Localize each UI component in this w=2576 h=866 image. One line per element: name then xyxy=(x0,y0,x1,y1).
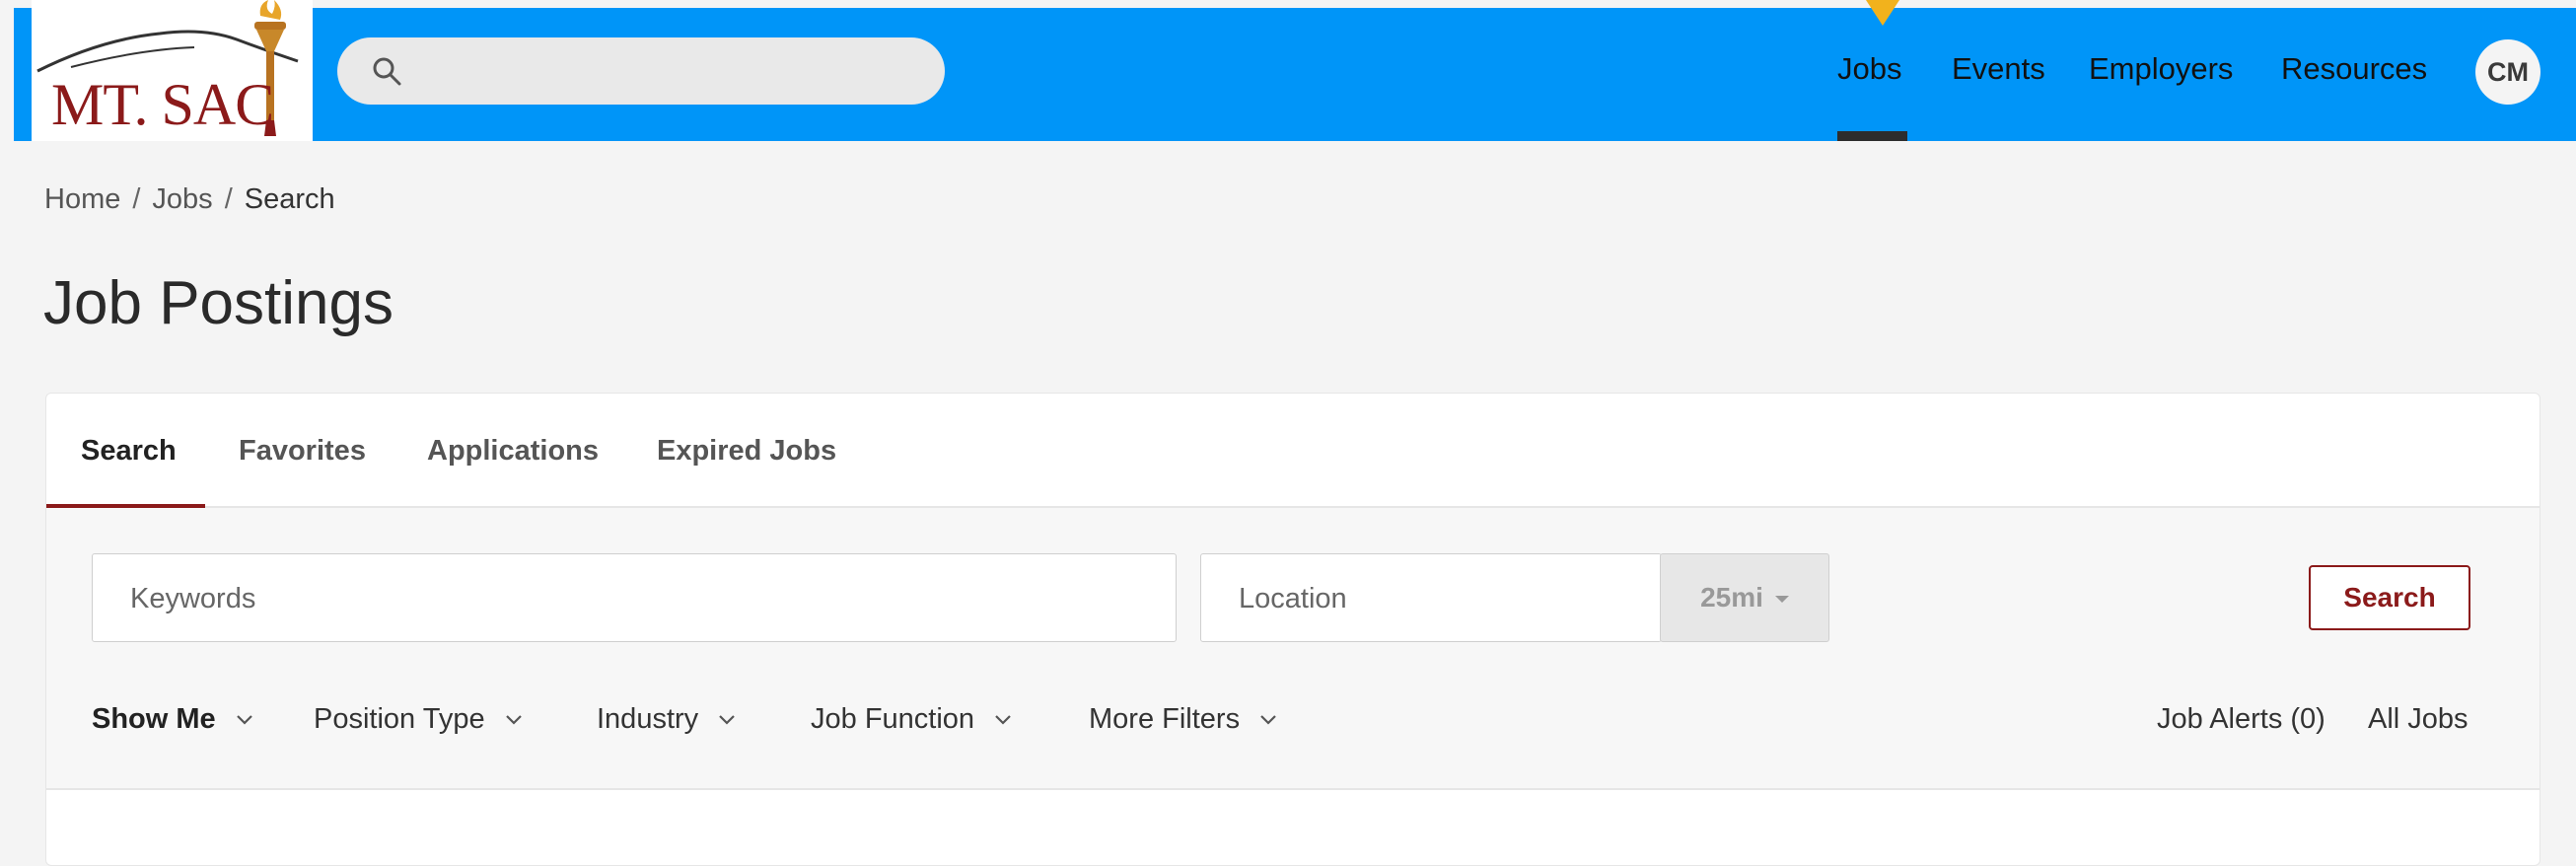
caret-down-icon xyxy=(1774,596,1789,604)
tab-favorites[interactable]: Favorites xyxy=(239,435,366,468)
page-left-margin xyxy=(0,0,14,141)
breadcrumb-separator: / xyxy=(224,183,233,215)
nav-employers[interactable]: Employers xyxy=(2089,51,2233,87)
active-nav-underline xyxy=(1837,131,1907,141)
filter-label: More Filters xyxy=(1089,703,1241,735)
chevron-down-icon xyxy=(719,715,736,725)
breadcrumb-separator: / xyxy=(132,183,141,215)
chevron-down-icon xyxy=(1260,715,1276,725)
job-alerts-link[interactable]: Job Alerts (0) xyxy=(2157,703,2326,736)
breadcrumb-jobs[interactable]: Jobs xyxy=(152,183,212,215)
job-search-card: Search Favorites Applications Expired Jo… xyxy=(45,393,2540,866)
filter-label: Job Function xyxy=(811,703,975,735)
filter-industry[interactable]: Industry xyxy=(597,703,736,736)
global-search-input[interactable] xyxy=(426,47,923,97)
breadcrumb-current: Search xyxy=(244,183,335,215)
keywords-input[interactable] xyxy=(128,554,1148,643)
logo-wordmark: MT. SAC xyxy=(51,72,274,137)
tab-expired-jobs[interactable]: Expired Jobs xyxy=(657,435,836,468)
nav-jobs[interactable]: Jobs xyxy=(1837,51,1901,87)
page-title: Job Postings xyxy=(43,269,394,337)
chevron-down-icon xyxy=(995,715,1011,725)
global-search[interactable] xyxy=(337,37,945,105)
radius-select[interactable]: 25mi xyxy=(1660,553,1829,642)
chevron-down-icon xyxy=(505,715,522,725)
active-nav-marker xyxy=(1866,0,1899,26)
filter-job-function[interactable]: Job Function xyxy=(811,703,1012,736)
all-jobs-link[interactable]: All Jobs xyxy=(2368,703,2469,736)
tab-search[interactable]: Search xyxy=(81,435,177,468)
filter-label: Industry xyxy=(597,703,699,735)
location-input[interactable] xyxy=(1237,554,1635,643)
search-filters-panel: 25mi Search Show Me Position Type Indust… xyxy=(46,508,2540,790)
tab-applications[interactable]: Applications xyxy=(427,435,599,468)
filter-show-me[interactable]: Show Me xyxy=(92,703,253,736)
user-avatar[interactable]: CM xyxy=(2475,39,2540,105)
breadcrumb-home[interactable]: Home xyxy=(44,183,120,215)
filter-label: Show Me xyxy=(92,703,216,735)
nav-resources[interactable]: Resources xyxy=(2281,51,2427,87)
location-field[interactable] xyxy=(1200,553,1662,643)
search-button[interactable]: Search xyxy=(2309,565,2470,630)
filter-position-type[interactable]: Position Type xyxy=(314,703,523,736)
site-logo[interactable]: MT. SAC xyxy=(32,0,313,141)
radius-value: 25mi xyxy=(1700,582,1763,613)
nav-events[interactable]: Events xyxy=(1952,51,2045,87)
keywords-field[interactable] xyxy=(92,553,1177,643)
job-tabs: Search Favorites Applications Expired Jo… xyxy=(46,394,2540,508)
chevron-down-icon xyxy=(236,715,252,725)
breadcrumb: Home / Jobs / Search xyxy=(44,183,335,216)
search-icon xyxy=(373,57,401,86)
filter-label: Position Type xyxy=(314,703,485,735)
filter-more-filters[interactable]: More Filters xyxy=(1089,703,1277,736)
